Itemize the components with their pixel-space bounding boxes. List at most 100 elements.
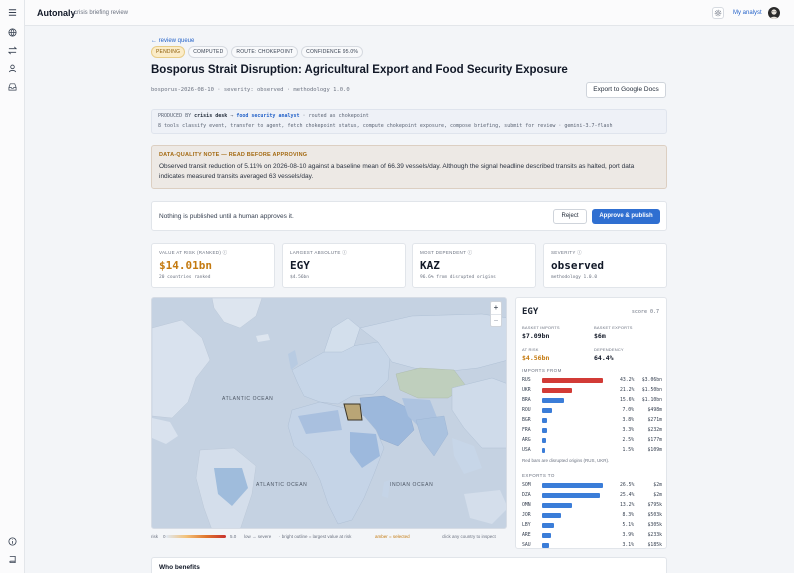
produced-by-label: PRODUCED BY [158, 113, 192, 119]
country-code: RUS [522, 378, 531, 383]
export-share-bar [542, 483, 603, 488]
share-percent: 21.2% [620, 388, 635, 393]
trade-amount: $2m [653, 483, 662, 488]
import-share-bar [542, 398, 565, 403]
country-code: OMN [522, 503, 531, 508]
export-row[interactable]: DZA 25.4% $2m [522, 492, 662, 500]
trade-amount: $185k [647, 543, 662, 548]
data-quality-heading: DATA-QUALITY NOTE — READ BEFORE APPROVIN… [159, 152, 308, 158]
top-bar: Autonaly crisis briefing review My analy… [25, 0, 794, 26]
export-share-bar [542, 513, 562, 518]
country-code: FRA [522, 428, 531, 433]
export-row[interactable]: JOR 8.3% $503k [522, 512, 662, 520]
approve-and-publish-button[interactable]: Approve & publish [592, 209, 660, 224]
export-row[interactable]: OMN 13.2% $795k [522, 502, 662, 510]
route-badge: ROUTE: CHOKEPOINT [231, 46, 299, 58]
routing-info: · routed as chokepoint [302, 113, 369, 119]
who-benefits-heading: Who benefits [159, 564, 200, 571]
approval-card: Nothing is published until a human appro… [151, 201, 667, 231]
brand-subtitle: crisis briefing review [74, 10, 129, 16]
brand-logo[interactable]: Autonaly [37, 8, 76, 18]
export-row[interactable]: SOM 26.5% $2m [522, 482, 662, 490]
my-analyst-link[interactable]: My analyst [733, 10, 762, 16]
confidence-badge: CONFIDENCE 95.0% [301, 46, 363, 58]
globe-icon[interactable] [8, 28, 17, 37]
trade-amount: $305k [647, 523, 662, 528]
trade-amount: $503k [647, 513, 662, 518]
export-to-google-docs-button[interactable]: Export to Google Docs [586, 82, 666, 98]
stat-label: AT RISK [522, 347, 539, 352]
kpi-sub: 20 countries ranked [159, 275, 211, 280]
kpi-label: VALUE AT RISK (RANKED) ⓘ [159, 250, 228, 255]
export-row[interactable]: LBY 5.1% $305k [522, 522, 662, 530]
map-canvas[interactable] [152, 298, 507, 529]
world-map[interactable] [151, 297, 507, 529]
share-percent: 26.5% [620, 483, 635, 488]
map-zoom-controls: + − [490, 301, 502, 327]
kpi-most-dependent: MOST DEPENDENT ⓘ KAZ 96.6% from disrupte… [412, 243, 536, 288]
export-share-bar [542, 493, 601, 498]
import-row[interactable]: UKR 21.2% $1.50bn [522, 387, 662, 395]
kpi-largest-absolute: LARGEST ABSOLUTE ⓘ EGY $4.56bn [282, 243, 406, 288]
produced-by-box: PRODUCED BY crisis desk → food security … [151, 109, 667, 134]
import-row[interactable]: ARG 2.5% $177m [522, 437, 662, 445]
back-to-review-queue-link[interactable]: ← review queue [151, 38, 194, 44]
import-share-bar [542, 408, 552, 413]
trade-amount: $795k [647, 503, 662, 508]
import-row[interactable]: USA 1.5% $109m [522, 447, 662, 455]
country-code: DZA [522, 493, 531, 498]
import-row[interactable]: ROU 7.0% $498m [522, 407, 662, 415]
user-icon[interactable] [8, 64, 17, 73]
zoom-in-button[interactable]: + [491, 302, 501, 314]
import-row[interactable]: RUS 43.2% $3.06bn [522, 377, 662, 385]
country-code: ARG [522, 438, 531, 443]
trade-amount: $109m [647, 448, 662, 453]
kpi-label: SEVERITY ⓘ [551, 250, 582, 255]
left-rail [0, 0, 25, 573]
kpi-sub: 96.6% from disrupted origins [420, 275, 496, 280]
kpi-value: EGY [290, 259, 310, 272]
gear-icon [714, 9, 722, 17]
zoom-out-button[interactable]: − [491, 314, 501, 326]
imports-note: Red bars are disrupted origins (RUS, UKR… [522, 458, 610, 463]
arrow: → [230, 113, 234, 119]
inbox-icon[interactable] [8, 82, 17, 91]
share-percent: 43.2% [620, 378, 635, 383]
country-code: BGR [522, 418, 531, 423]
ocean-label: ATLANTIC OCEAN [256, 482, 308, 488]
share-percent: 8.3% [622, 513, 634, 518]
stat-value: 64.4% [594, 354, 614, 362]
share-percent: 3.9% [622, 533, 634, 538]
trade-amount: $3.06bn [641, 378, 662, 383]
legend-scale: low → severe [244, 534, 272, 539]
trade-amount: $498m [647, 408, 662, 413]
briefing-meta: bosporus-2026-08-10 · severity: observed… [151, 87, 350, 93]
swap-icon[interactable] [8, 46, 17, 55]
approval-notice: Nothing is published until a human appro… [159, 213, 294, 220]
settings-button[interactable] [712, 7, 724, 19]
import-row[interactable]: BGR 3.8% $271m [522, 417, 662, 425]
stat-value: $6m [594, 332, 606, 340]
share-percent: 25.4% [620, 493, 635, 498]
import-share-bar [542, 418, 548, 423]
info-icon[interactable] [8, 537, 17, 546]
map-legend: risk 0 5.0 low → severe · bright outline… [151, 534, 507, 542]
status-badge-pending: PENDING [151, 46, 186, 58]
book-icon[interactable] [8, 555, 17, 564]
kpi-sub: methodology 1.0.0 [551, 275, 598, 280]
agent-name[interactable]: food security analyst [236, 113, 299, 119]
export-row[interactable]: SAU 3.1% $185k [522, 542, 662, 548]
import-row[interactable]: FRA 3.3% $232m [522, 427, 662, 435]
export-row[interactable]: ARE 3.9% $233k [522, 532, 662, 540]
stat-label: DEPENDENCY [594, 347, 624, 352]
import-row[interactable]: BRA 15.6% $1.10bn [522, 397, 662, 405]
trade-amount: $1.50bn [641, 388, 662, 393]
country-code: SAU [522, 543, 531, 548]
menu-icon[interactable] [8, 8, 17, 17]
stat-at-risk: AT RISK $4.56bn [522, 347, 588, 362]
kpi-severity: SEVERITY ⓘ observed methodology 1.0.0 [543, 243, 667, 288]
avatar[interactable] [768, 7, 780, 19]
export-share-bar [542, 533, 551, 538]
stat-value: $7.09bn [522, 332, 550, 340]
reject-button[interactable]: Reject [553, 209, 587, 224]
